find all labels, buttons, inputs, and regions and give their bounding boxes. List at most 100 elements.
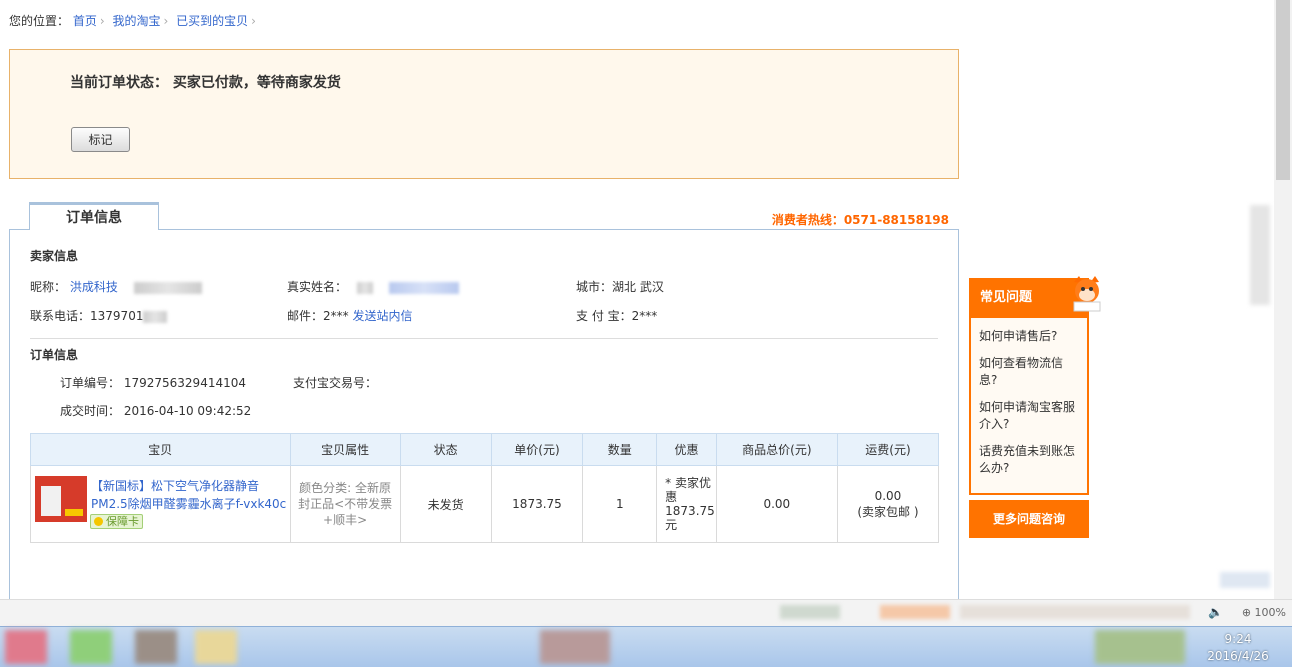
seller-alipay-field: 支 付 宝：2*** — [576, 307, 657, 324]
taobao-mascot-icon — [1073, 276, 1101, 312]
order-time-value: 2016-04-10 09:42:52 — [123, 404, 252, 418]
taskbar-app-icon[interactable] — [135, 630, 177, 664]
chevron-right-icon: › — [251, 14, 256, 28]
attributes-cell: 颜色分类: 全新原封正品<不带发票+顺丰> — [289, 465, 401, 543]
alipay-trade-field: 支付宝交易号： — [293, 374, 377, 391]
redacted-blur — [133, 281, 202, 294]
product-thumbnail[interactable] — [35, 476, 87, 522]
order-status-text: 当前订单状态： 买家已付款，等待商家发货 — [70, 75, 341, 91]
chevron-right-icon: › — [163, 14, 169, 28]
vertical-scrollbar[interactable] — [1274, 0, 1292, 600]
order-info-panel: 卖家信息 昵称： 洪成科技 真实姓名： 城市：湖北 武汉 联系电话：137970… — [9, 229, 959, 629]
status-cell: 未发货 — [399, 465, 492, 543]
browser-status-bar: 🔈 ⊕ 100% — [0, 599, 1292, 626]
redacted-blur — [388, 281, 459, 294]
faq-item-logistics[interactable]: 如何查看物流信息? — [971, 355, 1087, 389]
faq-item-customer-service[interactable]: 如何申请淘宝客服介入? — [971, 399, 1087, 433]
order-status-box: 当前订单状态： 买家已付款，等待商家发货 标记 — [9, 49, 959, 179]
product-attributes: 颜色分类: 全新原封正品<不带发票+顺丰> — [298, 481, 393, 527]
column-header-attributes: 宝贝属性 — [289, 433, 401, 466]
faq-item-recharge[interactable]: 话费充值未到账怎么办? — [971, 443, 1087, 477]
tab-order-info[interactable]: 订单信息 — [29, 202, 159, 230]
faq-list: 如何申请售后? 如何查看物流信息? 如何申请淘宝客服介入? 话费充值未到账怎么办… — [969, 318, 1089, 495]
email-value: 2*** — [323, 309, 349, 323]
mark-button[interactable]: 标记 — [71, 127, 130, 152]
quantity-cell: 1 — [582, 465, 658, 543]
order-number-label: 订单编号： — [60, 376, 121, 390]
taskbar-app-icon[interactable] — [195, 630, 237, 664]
seller-email-field: 邮件：2*** 发送站内信 — [287, 307, 413, 324]
taskbar-app-icon[interactable] — [5, 630, 47, 664]
redacted-blur — [356, 281, 373, 294]
city-label: 城市： — [576, 280, 613, 294]
unit-price-cell: 1873.75 — [490, 465, 584, 543]
seller-info-title: 卖家信息 — [30, 249, 79, 263]
taskbar-app-icon[interactable] — [540, 630, 610, 664]
breadcrumb-purchased-link[interactable]: 已买到的宝贝 — [176, 14, 248, 28]
product-title-link[interactable]: 【新国标】松下空气净化器静音PM2.5除烟甲醛雾霾水离子f-vxk40c — [91, 477, 291, 513]
clock-date: 2016/4/26 — [1207, 649, 1269, 663]
order-number-value: 1792756329414104 — [123, 376, 246, 390]
table-row: 【新国标】松下空气净化器静音PM2.5除烟甲醛雾霾水离子f-vxk40c 保障卡… — [30, 465, 940, 543]
order-info-title: 订单信息 — [30, 348, 79, 362]
consumer-hotline: 消费者热线：0571-88158198 — [771, 213, 949, 227]
seller-nickname-field: 昵称： 洪成科技 — [30, 278, 202, 295]
order-number-field: 订单编号： 1792756329414104 — [60, 374, 246, 391]
taskbar-clock[interactable]: 9:24 2016/4/26 — [1198, 631, 1278, 665]
breadcrumb-label: 您的位置： — [9, 14, 70, 28]
send-message-link[interactable]: 发送站内信 — [352, 309, 412, 323]
system-tray[interactable] — [1095, 630, 1185, 664]
taskbar-app-icon[interactable] — [70, 630, 112, 664]
discount-cell: * 卖家优惠 1873.75元 — [656, 465, 717, 543]
blurred-region — [960, 605, 1190, 619]
clock-time: 9:24 — [1224, 632, 1252, 646]
column-header-item: 宝贝 — [30, 433, 291, 466]
alipay-trade-label: 支付宝交易号： — [293, 376, 378, 390]
order-time-label: 成交时间： — [60, 404, 121, 418]
table-header-row: 宝贝 宝贝属性 状态 单价(元) 数量 优惠 商品总价(元) 运费(元) — [30, 433, 940, 466]
seller-phone-field: 联系电话：1379701 — [30, 307, 168, 324]
taskbar: 9:24 2016/4/26 — [0, 626, 1292, 667]
shipping-value: 0.00 — [874, 488, 902, 503]
column-header-unit-price: 单价(元) — [490, 433, 584, 466]
speaker-icon[interactable]: 🔈 — [1208, 605, 1223, 619]
column-header-discount: 优惠 — [656, 433, 717, 466]
zoom-icon: ⊕ — [1241, 606, 1252, 619]
faq-header: 常见问题 — [969, 276, 1101, 318]
column-header-shipping: 运费(元) — [836, 433, 940, 466]
city-value: 湖北 武汉 — [612, 280, 664, 294]
product-cell: 【新国标】松下空气净化器静音PM2.5除烟甲醛雾霾水离子f-vxk40c 保障卡 — [30, 465, 291, 543]
blurred-region — [780, 605, 840, 619]
blurred-region — [880, 605, 950, 619]
column-header-status: 状态 — [399, 433, 492, 466]
seller-nickname-link[interactable]: 洪成科技 — [70, 280, 118, 294]
blurred-region — [1250, 205, 1270, 305]
alipay-value: 2*** — [631, 309, 658, 323]
phone-label: 联系电话： — [30, 309, 91, 323]
blurred-region — [1220, 572, 1270, 588]
breadcrumb: 您的位置： 首页 › 我的淘宝 › 已买到的宝贝 › — [9, 12, 260, 30]
zoom-level[interactable]: ⊕ 100% — [1242, 606, 1286, 619]
warranty-badge[interactable]: 保障卡 — [90, 514, 143, 529]
breadcrumb-home-link[interactable]: 首页 — [73, 14, 97, 28]
alipay-label: 支 付 宝： — [576, 309, 632, 323]
order-items-table: 宝贝 宝贝属性 状态 单价(元) 数量 优惠 商品总价(元) 运费(元) 【新国… — [30, 433, 940, 543]
seller-realname-field: 真实姓名： — [287, 278, 459, 295]
redacted-blur — [143, 310, 168, 323]
faq-title: 常见问题 — [980, 290, 1033, 305]
order-time-field: 成交时间： 2016-04-10 09:42:52 — [60, 402, 251, 419]
faq-item-after-sales[interactable]: 如何申请售后? — [971, 328, 1087, 345]
shipping-note: (卖家包邮 ) — [857, 504, 919, 519]
scrollbar-thumb[interactable] — [1276, 0, 1290, 180]
total-cell: 0.00 — [715, 465, 838, 543]
realname-label: 真实姓名： — [287, 280, 348, 294]
shipping-cell: 0.00 (卖家包邮 ) — [836, 465, 940, 543]
zoom-value: 100% — [1254, 606, 1286, 619]
column-header-total: 商品总价(元) — [715, 433, 838, 466]
email-label: 邮件： — [287, 309, 324, 323]
breadcrumb-my-taobao-link[interactable]: 我的淘宝 — [113, 14, 161, 28]
nickname-label: 昵称： — [30, 280, 67, 294]
seller-city-field: 城市：湖北 武汉 — [576, 278, 664, 295]
chevron-right-icon: › — [99, 14, 105, 28]
more-questions-button[interactable]: 更多问题咨询 — [969, 500, 1089, 538]
